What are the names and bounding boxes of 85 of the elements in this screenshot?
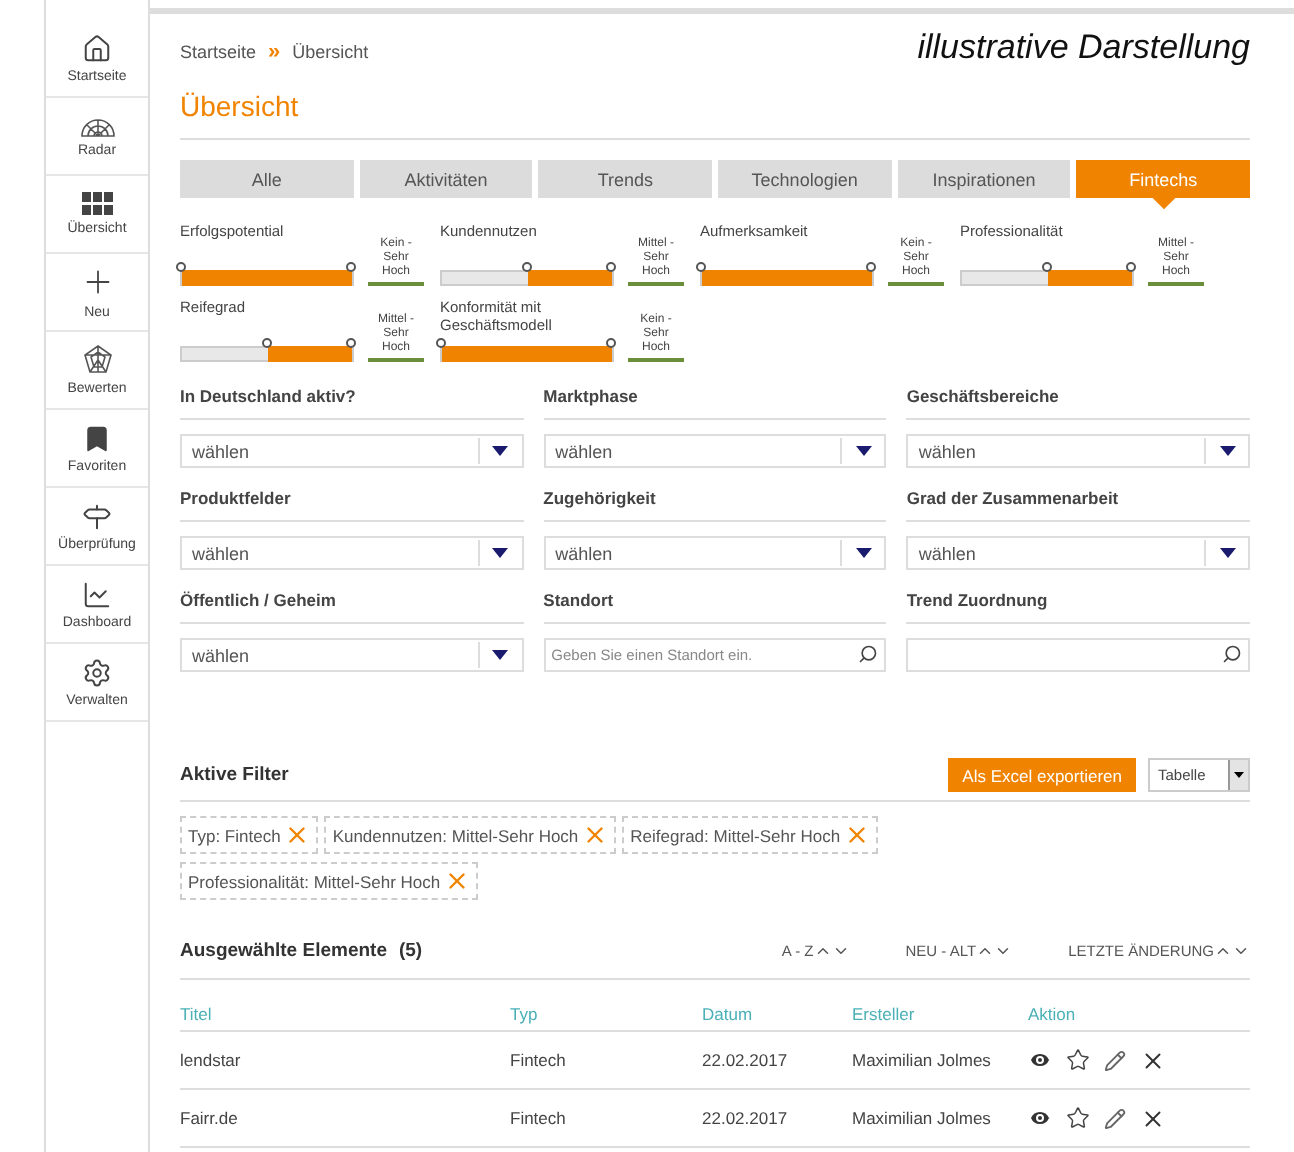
dropdown[interactable]: wählen	[906, 434, 1250, 468]
breadcrumb-link[interactable]: Startseite	[180, 42, 257, 62]
tab[interactable]: Trends	[538, 160, 712, 198]
slider-handle[interactable]	[606, 262, 616, 272]
slider-handle[interactable]	[261, 338, 271, 348]
filter-label: Geschäftsbereiche	[906, 386, 1250, 420]
close-icon[interactable]	[1140, 1105, 1166, 1131]
chevron-down-icon	[994, 942, 1013, 960]
tab[interactable]: Aktivitäten	[359, 160, 533, 198]
caret-icon	[1234, 772, 1244, 778]
chart-icon	[82, 579, 112, 609]
tab[interactable]: Alle	[180, 160, 354, 198]
web-icon	[81, 344, 113, 376]
table-cell: lendstar	[180, 1032, 510, 1090]
filter-label: Standort	[543, 590, 887, 624]
eye-icon[interactable]	[1028, 1106, 1052, 1130]
dropdown[interactable]: wählen	[906, 536, 1250, 570]
search-field[interactable]	[906, 638, 1250, 672]
search-icon	[1222, 644, 1242, 664]
filter-label: Grad der Zusammenarbeit	[906, 488, 1250, 522]
caret-icon	[855, 446, 872, 456]
slider-handle[interactable]	[606, 338, 616, 348]
chevron-up-icon	[976, 942, 995, 960]
filter-chip: Kundennutzen: Mittel-Sehr Hoch	[324, 816, 617, 854]
filter-chip: Professionalität: Mittel-Sehr Hoch	[180, 862, 479, 900]
slider-handle[interactable]	[696, 262, 706, 272]
table-cell: Fairr.de	[180, 1090, 510, 1148]
breadcrumb-link[interactable]: Übersicht	[292, 42, 369, 62]
breadcrumb-separator: »	[268, 40, 281, 64]
filter-label: Produktfelder	[180, 488, 524, 522]
search-icon	[858, 644, 879, 664]
dropdown[interactable]: wählen	[180, 638, 524, 672]
filter-chip: Typ: Fintech	[180, 816, 319, 854]
caret-icon	[492, 650, 509, 660]
dropdown[interactable]: wählen	[180, 434, 524, 468]
eye-icon[interactable]	[1028, 1048, 1052, 1072]
dropdown[interactable]: wählen	[180, 536, 524, 570]
table-cell: Fintech	[510, 1032, 702, 1090]
chevron-up-icon	[1214, 942, 1232, 960]
filter-label: Marktphase	[543, 386, 887, 420]
dropdown[interactable]: wählen	[543, 536, 887, 570]
table-cell: Fintech	[510, 1090, 702, 1148]
chevron-down-icon	[831, 942, 850, 960]
chevron-up-icon	[813, 942, 832, 960]
table-cell: 22.02.2017	[702, 1032, 852, 1090]
slider-handle[interactable]	[521, 262, 531, 272]
slider-handle[interactable]	[436, 338, 446, 348]
radar-icon	[79, 114, 115, 138]
star-icon[interactable]	[1066, 1048, 1090, 1072]
slider-handle[interactable]	[866, 262, 876, 272]
pencil-icon[interactable]	[1104, 1107, 1126, 1129]
table-cell: Maximilian Jolmes	[852, 1032, 1028, 1090]
note-text: illustrative Darstellung	[917, 28, 1250, 68]
home-icon	[82, 33, 112, 63]
table-cell: Maximilian Jolmes	[852, 1090, 1028, 1148]
chevron-down-icon	[1232, 942, 1250, 960]
filter-label: Zugehörigkeit	[543, 488, 887, 522]
caret-icon	[1219, 446, 1235, 456]
filter-label: In Deutschland aktiv?	[180, 386, 524, 420]
slider-handle[interactable]	[176, 262, 186, 272]
tab[interactable]: Inspirationen	[897, 160, 1071, 198]
page-title: Übersicht	[180, 90, 1250, 140]
slider-handle[interactable]	[346, 338, 356, 348]
star-icon[interactable]	[1066, 1106, 1090, 1130]
filter-chip: Reifegrad: Mittel-Sehr Hoch	[622, 816, 879, 854]
section-title: Ausgewählte Elemente (5)	[180, 940, 425, 962]
slider-handle[interactable]	[1126, 262, 1136, 272]
slider-handle[interactable]	[1041, 262, 1051, 272]
section-title: Aktive Filter	[180, 764, 291, 786]
caret-icon	[492, 446, 509, 456]
caret-icon	[492, 548, 509, 558]
filter-label: Öffentlich / Geheim	[180, 590, 524, 624]
grid-icon	[81, 192, 113, 216]
signpost-icon	[82, 501, 112, 531]
caret-icon	[1219, 548, 1235, 558]
filter-label: Trend Zuordnung	[906, 590, 1250, 624]
bookmark-icon	[82, 423, 112, 453]
slider-handle[interactable]	[346, 262, 356, 272]
tab[interactable]: Technologien	[717, 160, 892, 198]
table-cell: 22.02.2017	[702, 1090, 852, 1148]
close-icon[interactable]	[1140, 1047, 1166, 1073]
dropdown[interactable]: wählen	[543, 434, 887, 468]
caret-icon	[855, 548, 872, 558]
pencil-icon[interactable]	[1104, 1049, 1126, 1071]
settings-icon	[82, 657, 112, 687]
